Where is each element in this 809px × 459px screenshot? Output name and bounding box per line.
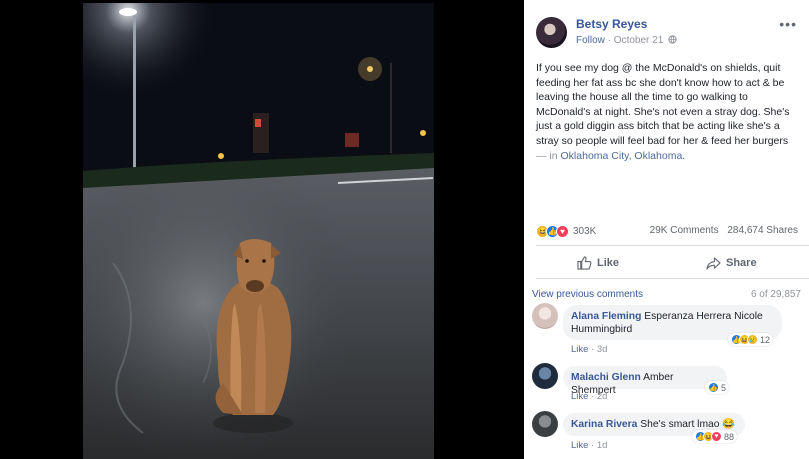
shares-count[interactable]: 284,674 Shares bbox=[727, 225, 798, 236]
comment-like-link[interactable]: Like bbox=[571, 391, 588, 402]
divider bbox=[536, 245, 809, 246]
like-reaction-icon: 👍 bbox=[708, 382, 719, 393]
share-button[interactable]: Share bbox=[706, 254, 757, 272]
follow-link[interactable]: Follow bbox=[576, 35, 605, 46]
dog-photo-image bbox=[83, 3, 434, 459]
screen: Betsy Reyes Follow · October 21 ••• If y… bbox=[0, 0, 809, 459]
comment-actions: Like · 1d bbox=[571, 440, 607, 451]
comment-reactions[interactable]: 👍 5 bbox=[705, 381, 730, 394]
comment-reaction-count: 5 bbox=[721, 382, 727, 393]
author-name[interactable]: Betsy Reyes bbox=[576, 17, 647, 31]
commenter-name[interactable]: Alana Fleming bbox=[571, 311, 641, 322]
post-meta: Follow · October 21 bbox=[576, 35, 677, 46]
like-button[interactable]: Like bbox=[577, 254, 619, 272]
commenter-avatar[interactable] bbox=[532, 363, 558, 389]
commenter-avatar[interactable] bbox=[532, 303, 558, 329]
comment-reactions[interactable]: 👍 😆 ♥ 88 bbox=[692, 430, 738, 443]
comment-reactions[interactable]: 👍 😆 😢 12 bbox=[728, 333, 774, 346]
comment-actions: Like · 3d bbox=[571, 344, 607, 355]
comment-reaction-count: 88 bbox=[724, 431, 735, 442]
post-panel: Betsy Reyes Follow · October 21 ••• If y… bbox=[524, 0, 809, 459]
comment-time[interactable]: 1d bbox=[597, 440, 608, 451]
share-label: Share bbox=[726, 257, 757, 269]
commenter-name[interactable]: Malachi Glenn bbox=[571, 372, 641, 383]
comment-time[interactable]: 2d bbox=[597, 391, 608, 402]
comment-pagination-count: 6 of 29,857 bbox=[750, 289, 801, 300]
comment-like-link[interactable]: Like bbox=[571, 440, 588, 451]
comments-count[interactable]: 29K Comments bbox=[650, 225, 719, 236]
comment-bubble: Malachi Glenn Amber Shempert bbox=[563, 366, 727, 396]
commenter-name[interactable]: Karina Rivera bbox=[571, 419, 637, 430]
location-prefix: — in bbox=[536, 149, 558, 162]
comment-text: She's smart lmao 😂 bbox=[640, 419, 736, 430]
globe-icon bbox=[666, 35, 677, 46]
post-text: If you see my dog @ the McDonald's on sh… bbox=[536, 61, 800, 163]
post-date[interactable]: October 21 bbox=[614, 35, 663, 46]
thumbs-up-icon bbox=[577, 256, 592, 270]
view-previous-comments-link[interactable]: View previous comments bbox=[532, 289, 643, 300]
love-reaction-icon: ♥ bbox=[556, 224, 569, 238]
like-label: Like bbox=[597, 257, 620, 269]
location-link[interactable]: Oklahoma City, Oklahoma. bbox=[561, 150, 686, 162]
author-avatar[interactable] bbox=[536, 17, 567, 48]
post-photo[interactable] bbox=[83, 3, 434, 459]
more-options-icon[interactable]: ••• bbox=[779, 16, 797, 32]
comment-like-link[interactable]: Like bbox=[571, 344, 588, 355]
reaction-summary[interactable]: 😆 👍 ♥ 303K bbox=[536, 224, 596, 238]
comment-reaction-count: 12 bbox=[760, 334, 771, 345]
share-arrow-icon bbox=[706, 256, 721, 270]
love-reaction-icon: ♥ bbox=[711, 431, 722, 442]
sad-reaction-icon: 😢 bbox=[747, 334, 758, 345]
reaction-count: 303K bbox=[573, 225, 597, 237]
divider bbox=[536, 278, 809, 279]
post-body: If you see my dog @ the McDonald's on sh… bbox=[536, 62, 790, 147]
post-stats: 29K Comments 284,674 Shares bbox=[650, 225, 798, 236]
commenter-avatar[interactable] bbox=[532, 411, 558, 437]
comment-actions: Like · 2d bbox=[571, 391, 607, 402]
comment-time[interactable]: 3d bbox=[597, 344, 608, 355]
